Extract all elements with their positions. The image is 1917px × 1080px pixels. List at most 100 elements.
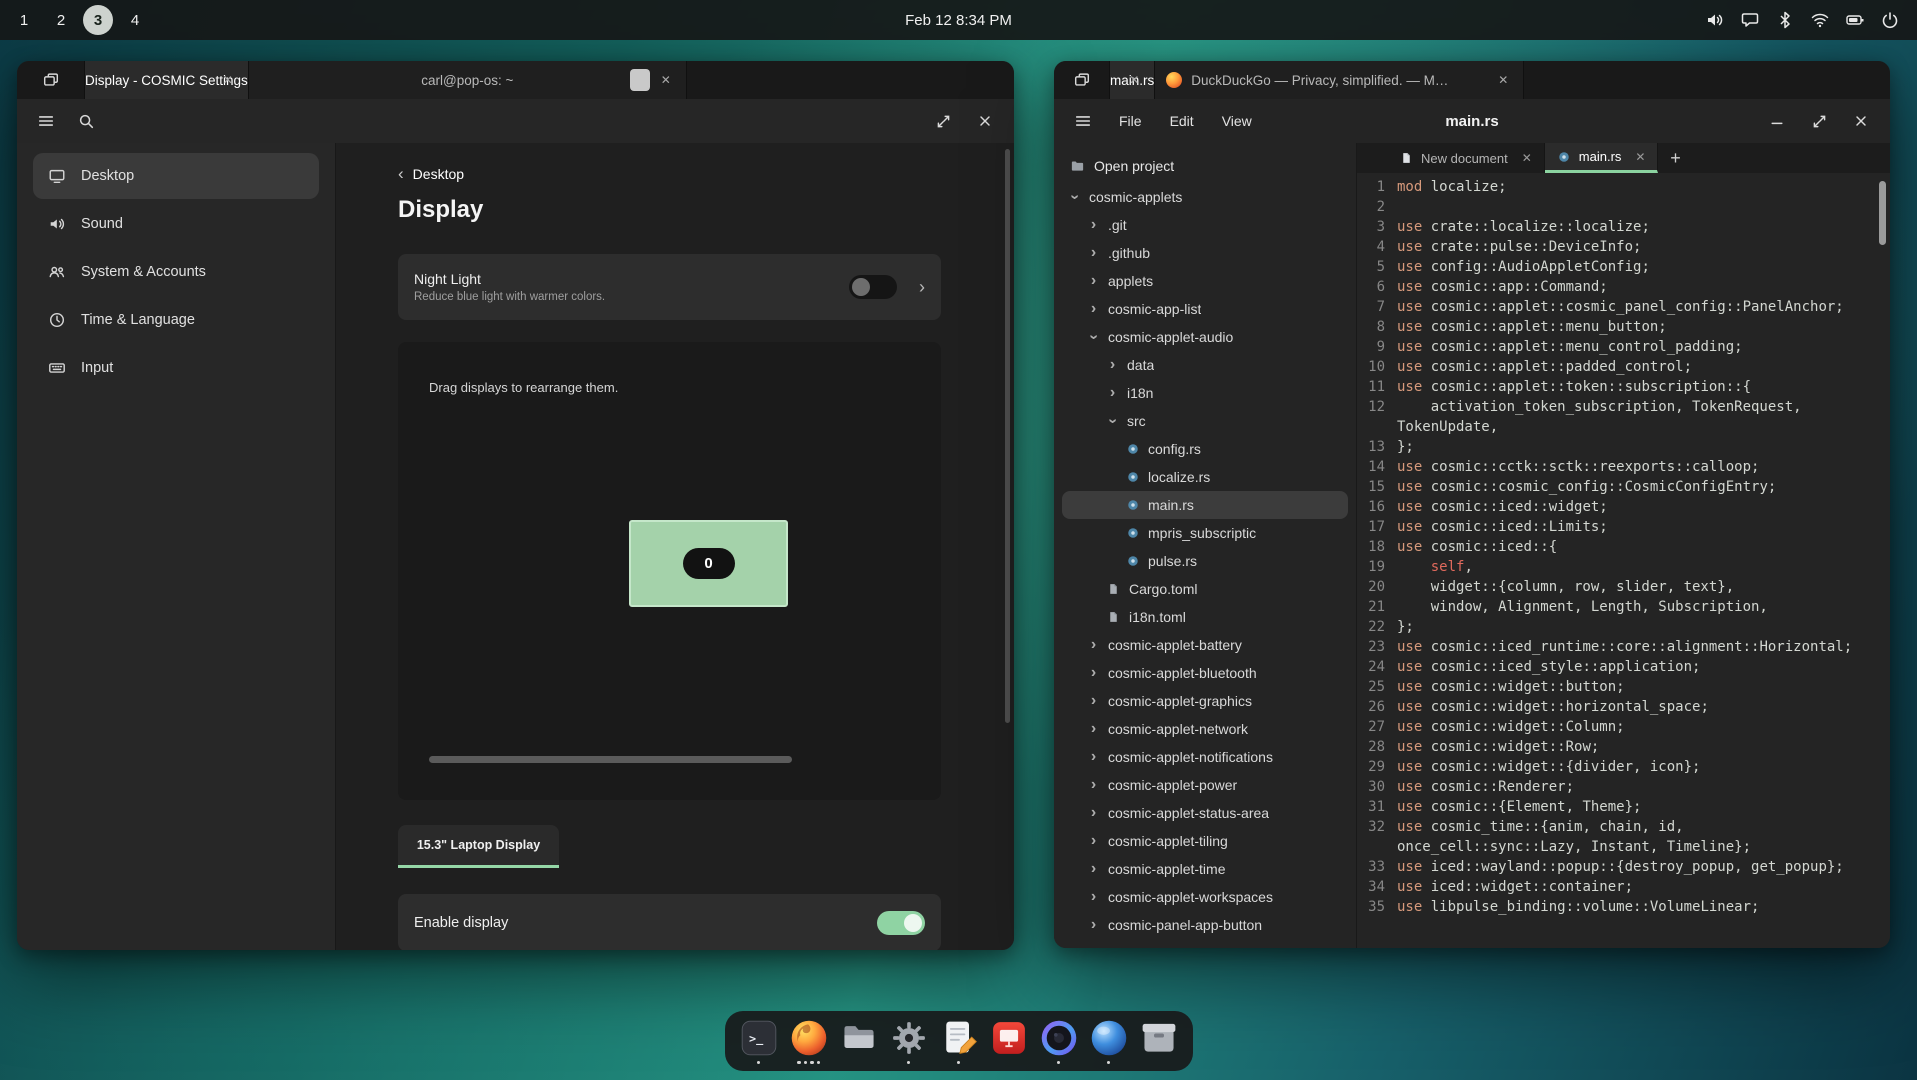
workspace-button-3[interactable]: 3 [83,5,113,35]
workspace-button-2[interactable]: 2 [46,5,76,35]
tree-item-git[interactable]: ›.git [1062,211,1348,239]
line-number: 3 [1357,217,1397,237]
new-tab-button[interactable]: + [1658,143,1692,173]
open-project-button[interactable]: Open project [1062,151,1348,181]
display-tab[interactable]: 15.3" Laptop Display [398,825,559,868]
bluetooth-icon[interactable] [1773,8,1797,32]
night-light-toggle[interactable] [849,275,897,299]
workspace-button-1[interactable]: 1 [9,5,39,35]
close-icon[interactable] [1844,104,1878,138]
menu-file[interactable]: File [1106,106,1155,136]
power-icon[interactable] [1878,8,1902,32]
tree-item-main-rs[interactable]: main.rs [1062,491,1348,519]
tree-item-cosmic-applet-network[interactable]: ›cosmic-applet-network [1062,715,1348,743]
sidebar-item-system-accounts[interactable]: System & Accounts [33,249,319,295]
document-tab-label: New document [1421,151,1508,166]
battery-icon[interactable] [1843,8,1867,32]
tab-close-icon[interactable]: ✕ [1494,71,1512,89]
sidebar-item-time-language[interactable]: Time & Language [33,297,319,343]
clock-button[interactable]: Feb 12 8:34 PM [893,6,1024,35]
minimize-icon[interactable] [1760,104,1794,138]
enable-display-toggle[interactable] [877,911,925,935]
tree-item-cosmic-applet-tiling[interactable]: ›cosmic-applet-tiling [1062,827,1348,855]
search-icon[interactable] [69,104,103,138]
tab-close-icon[interactable]: ✕ [657,71,675,89]
tree-item-cosmic-applet-time[interactable]: ›cosmic-applet-time [1062,855,1348,883]
dock-item-archive[interactable] [1139,1018,1179,1065]
sidebar-item-sound[interactable]: Sound [33,201,319,247]
workspace-button-4[interactable]: 4 [120,5,150,35]
tree-item-cosmic-applet-battery[interactable]: ›cosmic-applet-battery [1062,631,1348,659]
tree-item-cosmic-applet-power[interactable]: ›cosmic-applet-power [1062,771,1348,799]
speaker-icon[interactable] [1703,8,1727,32]
wifi-icon[interactable] [1808,8,1832,32]
tree-item-cosmic-applets[interactable]: ›cosmic-applets [1062,183,1348,211]
chat-icon[interactable] [1738,8,1762,32]
tree-item-cosmic-applet-notifications[interactable]: ›cosmic-applet-notifications [1062,743,1348,771]
tree-item-config-rs[interactable]: config.rs [1062,435,1348,463]
maximize-icon[interactable] [926,104,960,138]
window-stack-icon[interactable] [1054,61,1110,99]
tree-item-pulse-rs[interactable]: pulse.rs [1062,547,1348,575]
tree-item-applets[interactable]: ›applets [1062,267,1348,295]
tab-close-icon[interactable]: ✕ [219,71,237,89]
night-light-row[interactable]: Night Light Reduce blue light with warme… [398,254,941,320]
tree-item-cosmic-panel-app-button[interactable]: ›cosmic-panel-app-button [1062,911,1348,939]
tree-item-cosmic-app-list[interactable]: ›cosmic-app-list [1062,295,1348,323]
editor-window-tab-main-rs[interactable]: main.rs✕ [1110,61,1155,99]
tree-item-cosmic-applet-graphics[interactable]: ›cosmic-applet-graphics [1062,687,1348,715]
tab-close-icon[interactable]: ✕ [1125,71,1143,89]
tree-item-cosmic-applet-bluetooth[interactable]: ›cosmic-applet-bluetooth [1062,659,1348,687]
editor-window-tab-duckduckgo-privacy-simplified-mozilla-f[interactable]: DuckDuckGo — Privacy, simplified. — Mozi… [1155,61,1524,99]
menu-view[interactable]: View [1209,106,1265,136]
dock-item-terminal[interactable]: >_ [739,1018,779,1065]
dock-item-text-editor[interactable] [939,1018,979,1065]
close-icon[interactable] [968,104,1002,138]
tree-item-data[interactable]: ›data [1062,351,1348,379]
tree-item-github[interactable]: ›.github [1062,239,1348,267]
dock-item-presentation[interactable] [989,1018,1029,1065]
document-tab-main-rs[interactable]: main.rs✕ [1545,143,1659,173]
settings-window-tab-display-cosmic-settings[interactable]: Display - COSMIC Settings✕ [85,61,249,99]
dock-item-firefox[interactable] [789,1018,829,1065]
display-arrangement-panel[interactable]: Drag displays to rearrange them. 0 [398,342,941,800]
dock-item-globe[interactable] [1089,1018,1129,1065]
menu-toggle-icon[interactable] [1066,104,1100,138]
editor-menubar: FileEditView [1106,106,1265,136]
tree-item-i18n-toml[interactable]: i18n.toml [1062,603,1348,631]
code-text: use cosmic::widget::Column; [1397,717,1890,737]
dock-item-lens[interactable] [1039,1018,1079,1065]
maximize-icon[interactable] [1802,104,1836,138]
tree-item-src[interactable]: ›src [1062,407,1348,435]
code-area[interactable]: 1mod localize;23use crate::localize::loc… [1357,173,1890,948]
chevron-right-icon: › [1087,777,1100,793]
tree-item-i18n[interactable]: ›i18n [1062,379,1348,407]
sidebar-item-input[interactable]: Input [33,345,319,391]
settings-window-tab-carl-pop-os[interactable]: carl@pop-os: ~✕ [249,61,687,99]
code-text: use iced::wayland::popup::{destroy_popup… [1397,857,1890,877]
tree-item-cosmic-applet-audio[interactable]: ›cosmic-applet-audio [1062,323,1348,351]
tree-item-cosmic-applet-status-area[interactable]: ›cosmic-applet-status-area [1062,799,1348,827]
tree-item-mpris-subscriptic[interactable]: mpris_subscriptic [1062,519,1348,547]
window-stack-icon[interactable] [17,61,85,99]
dock-item-settings[interactable] [889,1018,929,1065]
tab-close-icon[interactable]: ✕ [1522,151,1532,165]
sidebar-item-desktop[interactable]: Desktop [33,153,319,199]
dock-item-files[interactable] [839,1018,879,1065]
vertical-scrollbar[interactable] [1879,181,1886,245]
tree-item-cargo-toml[interactable]: Cargo.toml [1062,575,1348,603]
breadcrumb[interactable]: ‹ Desktop [398,165,1014,182]
tree-item-localize-rs[interactable]: localize.rs [1062,463,1348,491]
code-line: 24use cosmic::iced_style::application; [1357,657,1890,677]
vertical-scrollbar[interactable] [1005,149,1010,723]
sidebar-toggle-icon[interactable] [29,104,63,138]
code-text: use config::AudioAppletConfig; [1397,257,1890,277]
document-tab-new-document[interactable]: New document ✕ [1387,143,1545,173]
display-thumbnail[interactable]: 0 [629,520,788,607]
menu-edit[interactable]: Edit [1157,106,1207,136]
horizontal-scrollbar[interactable] [429,756,792,763]
tab-close-icon[interactable]: ✕ [1635,150,1645,164]
code-text: use cosmic::applet::menu_control_padding… [1397,337,1890,357]
tree-item-label: .git [1108,217,1127,233]
tree-item-cosmic-applet-workspaces[interactable]: ›cosmic-applet-workspaces [1062,883,1348,911]
